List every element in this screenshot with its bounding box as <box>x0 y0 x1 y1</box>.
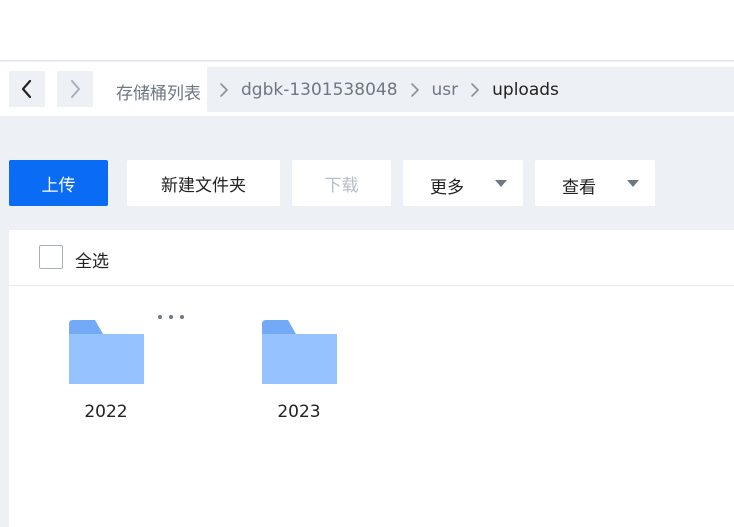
upload-button[interactable]: 上传 <box>9 160 108 206</box>
select-all-checkbox[interactable] <box>39 245 63 269</box>
chevron-right-icon <box>458 82 492 98</box>
forward-button[interactable] <box>57 71 93 107</box>
file-panel: 全选 2022 2023 <box>9 230 734 527</box>
folder-item[interactable]: 2023 <box>239 310 359 430</box>
folder-icon <box>262 320 337 384</box>
chevron-right-icon <box>71 80 80 98</box>
download-button[interactable]: 下载 <box>292 160 391 206</box>
breadcrumb: dgbk-1301538048 usr uploads <box>207 67 559 112</box>
back-button[interactable] <box>9 71 45 107</box>
breadcrumb-item-usr[interactable]: usr <box>432 80 459 100</box>
more-dropdown-label: 更多 <box>430 178 464 198</box>
caret-down-icon <box>495 180 507 187</box>
folder-name: 2023 <box>277 402 321 422</box>
more-dropdown[interactable]: 更多 <box>403 160 523 206</box>
select-all-row: 全选 <box>9 230 734 286</box>
toolbar: 上传 新建文件夹 下载 更多 查看 <box>0 160 734 206</box>
new-folder-button[interactable]: 新建文件夹 <box>127 160 280 206</box>
folder-name: 2022 <box>84 402 128 422</box>
chevron-left-icon <box>21 79 32 99</box>
caret-down-icon <box>627 180 639 187</box>
chevron-right-icon <box>398 82 432 98</box>
navigation-bar: 存储桶列表 dgbk-1301538048 usr uploads <box>0 62 734 116</box>
select-all-label[interactable]: 全选 <box>75 247 109 272</box>
folder-icon <box>69 320 144 384</box>
breadcrumb-item-bucket-list[interactable]: 存储桶列表 <box>116 79 201 104</box>
top-bar <box>0 0 734 61</box>
breadcrumb-item-uploads: uploads <box>492 79 559 100</box>
more-options-icon[interactable] <box>158 312 184 322</box>
breadcrumb-item-bucket[interactable]: dgbk-1301538048 <box>241 80 398 100</box>
chevron-right-icon <box>207 82 241 98</box>
view-dropdown-label: 查看 <box>562 178 596 198</box>
view-dropdown[interactable]: 查看 <box>535 160 655 206</box>
folder-item[interactable]: 2022 <box>46 310 166 430</box>
